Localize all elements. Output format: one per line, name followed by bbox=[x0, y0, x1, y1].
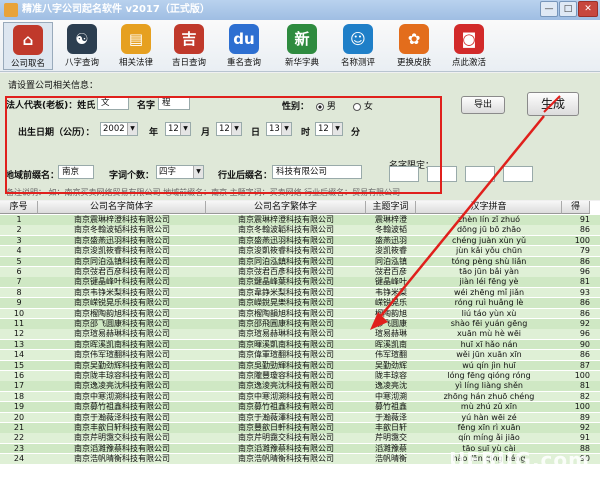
arrow-tail bbox=[543, 95, 561, 113]
annotation-arrow bbox=[370, 95, 561, 330]
arrow-head bbox=[370, 312, 388, 330]
arrow-shaft bbox=[375, 115, 545, 323]
